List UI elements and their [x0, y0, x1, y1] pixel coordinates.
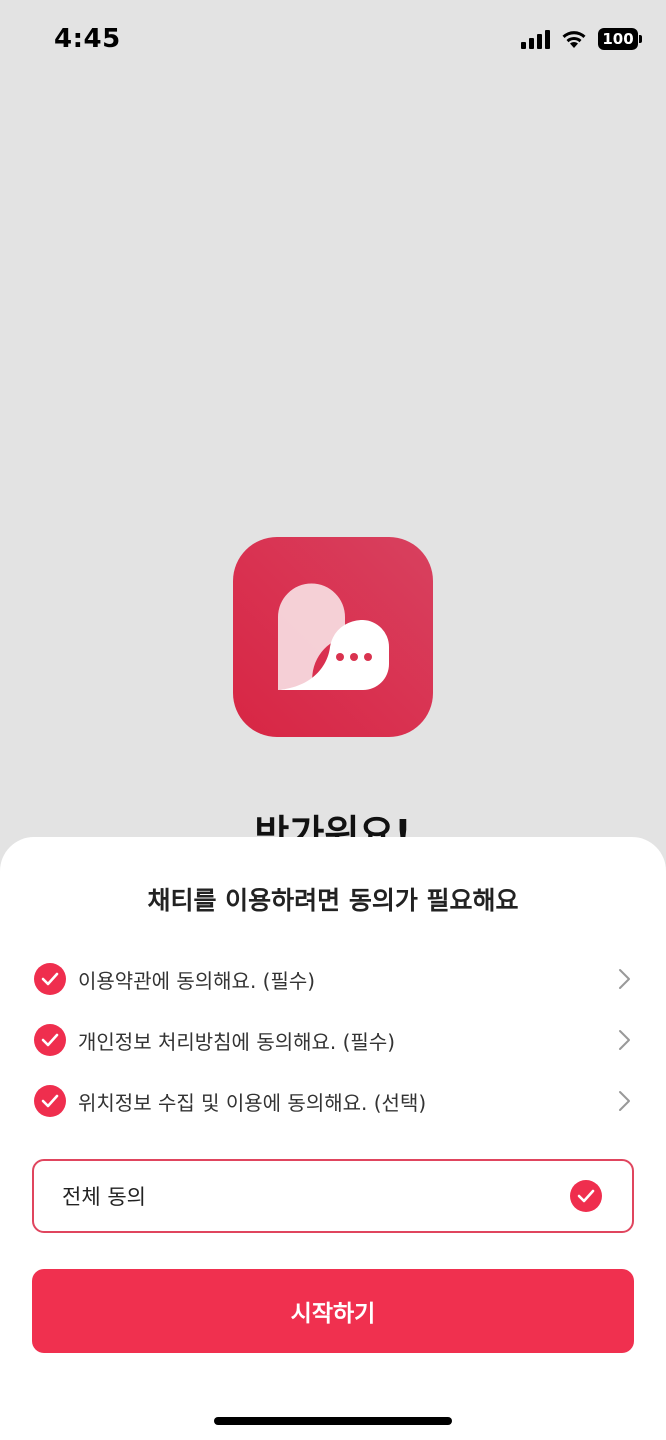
chat-heart-icon — [278, 583, 389, 690]
status-time: 4:45 — [54, 24, 121, 54]
terms-agreement-sheet: 채티를 이용하려면 동의가 필요해요 이용약관에 동의해요. (필수) 개인정보… — [0, 837, 666, 1440]
chevron-right-icon[interactable] — [614, 1028, 634, 1052]
home-indicator[interactable] — [214, 1417, 452, 1425]
chevron-right-icon[interactable] — [614, 1089, 634, 1113]
check-icon[interactable] — [34, 1024, 66, 1056]
agree-item-location[interactable]: 위치정보 수집 및 이용에 동의해요. (선택) — [34, 1076, 634, 1126]
chevron-right-icon[interactable] — [614, 967, 634, 991]
agree-item-label: 위치정보 수집 및 이용에 동의해요. (선택) — [78, 1090, 427, 1115]
status-bar: 4:45 100 — [0, 0, 666, 80]
app-logo — [233, 537, 433, 737]
cellular-signal-icon — [521, 29, 550, 49]
all-agree-label: 전체 동의 — [62, 1185, 146, 1209]
all-agree-toggle[interactable]: 전체 동의 — [32, 1159, 634, 1233]
agree-item-label: 개인정보 처리방침에 동의해요. (필수) — [78, 1029, 396, 1054]
sheet-title: 채티를 이용하려면 동의가 필요해요 — [147, 886, 519, 915]
check-icon[interactable] — [34, 1085, 66, 1117]
wifi-icon — [562, 31, 586, 48]
agree-item-label: 이용약관에 동의해요. (필수) — [78, 968, 316, 993]
start-button[interactable]: 시작하기 — [32, 1269, 634, 1353]
check-icon[interactable] — [34, 963, 66, 995]
agree-item-terms[interactable]: 이용약관에 동의해요. (필수) — [34, 954, 634, 1004]
status-icons: 100 — [521, 28, 642, 50]
check-icon[interactable] — [570, 1180, 602, 1212]
battery-icon: 100 — [598, 28, 642, 50]
agree-item-privacy[interactable]: 개인정보 처리방침에 동의해요. (필수) — [34, 1015, 634, 1065]
